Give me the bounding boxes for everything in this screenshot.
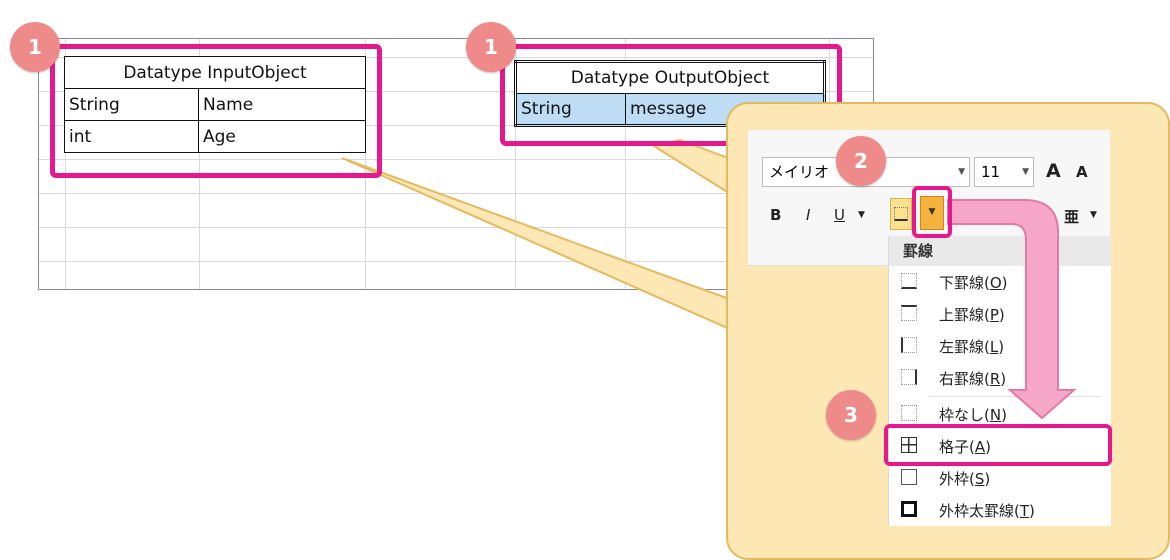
phonetic-button[interactable]: 亜 (1064, 206, 1079, 227)
font-name-value: メイリオ (769, 163, 830, 181)
chevron-down-icon[interactable]: ▼ (958, 158, 965, 186)
step-badge-3: 3 (826, 390, 876, 440)
menu-item-bottom-border[interactable]: 下罫線(O) (889, 266, 1111, 298)
menu-item-right-border[interactable]: 右罫線(R) (889, 362, 1111, 394)
step-badge-1: 1 (10, 22, 60, 72)
all-borders-highlight (884, 424, 1112, 466)
chevron-down-icon[interactable]: ▼ (1090, 210, 1097, 220)
border-dropdown-highlight (912, 186, 952, 238)
menu-item-top-border[interactable]: 上罫線(P) (889, 298, 1111, 330)
thick-box-border-icon (901, 501, 917, 517)
bold-button[interactable]: B (770, 206, 781, 224)
border-bottom-icon (901, 273, 917, 289)
border-bottom-icon (894, 207, 908, 221)
border-dropdown-menu: 罫線 下罫線(O) 上罫線(P) 左罫線(L) 右罫線(R) 枠なし(N) 格子… (888, 236, 1111, 526)
step-badge-2: 2 (836, 136, 886, 186)
chevron-down-icon[interactable]: ▼ (1022, 158, 1029, 186)
border-button[interactable] (890, 198, 912, 230)
border-top-icon (901, 305, 917, 321)
font-size-combobox[interactable]: 11 ▼ (974, 157, 1034, 187)
no-border-icon (901, 405, 917, 421)
italic-button[interactable]: I (806, 206, 810, 224)
border-left-icon (901, 337, 917, 353)
grow-font-button[interactable]: A (1046, 160, 1061, 182)
border-right-icon (901, 369, 917, 385)
input-table-highlight (50, 44, 382, 178)
font-size-value: 11 (981, 163, 1001, 181)
step-badge-1: 1 (466, 22, 516, 72)
outside-borders-icon (901, 469, 917, 485)
menu-item-left-border[interactable]: 左罫線(L) (889, 330, 1111, 362)
underline-button[interactable]: U (834, 206, 845, 224)
menu-item-thick-box-border[interactable]: 外枠太罫線(T) (889, 494, 1111, 526)
menu-header: 罫線 (889, 236, 1111, 266)
shrink-font-button[interactable]: A (1076, 163, 1088, 181)
menu-item-outside-borders[interactable]: 外枠(S) (889, 462, 1111, 494)
chevron-down-icon[interactable]: ▼ (858, 210, 865, 220)
